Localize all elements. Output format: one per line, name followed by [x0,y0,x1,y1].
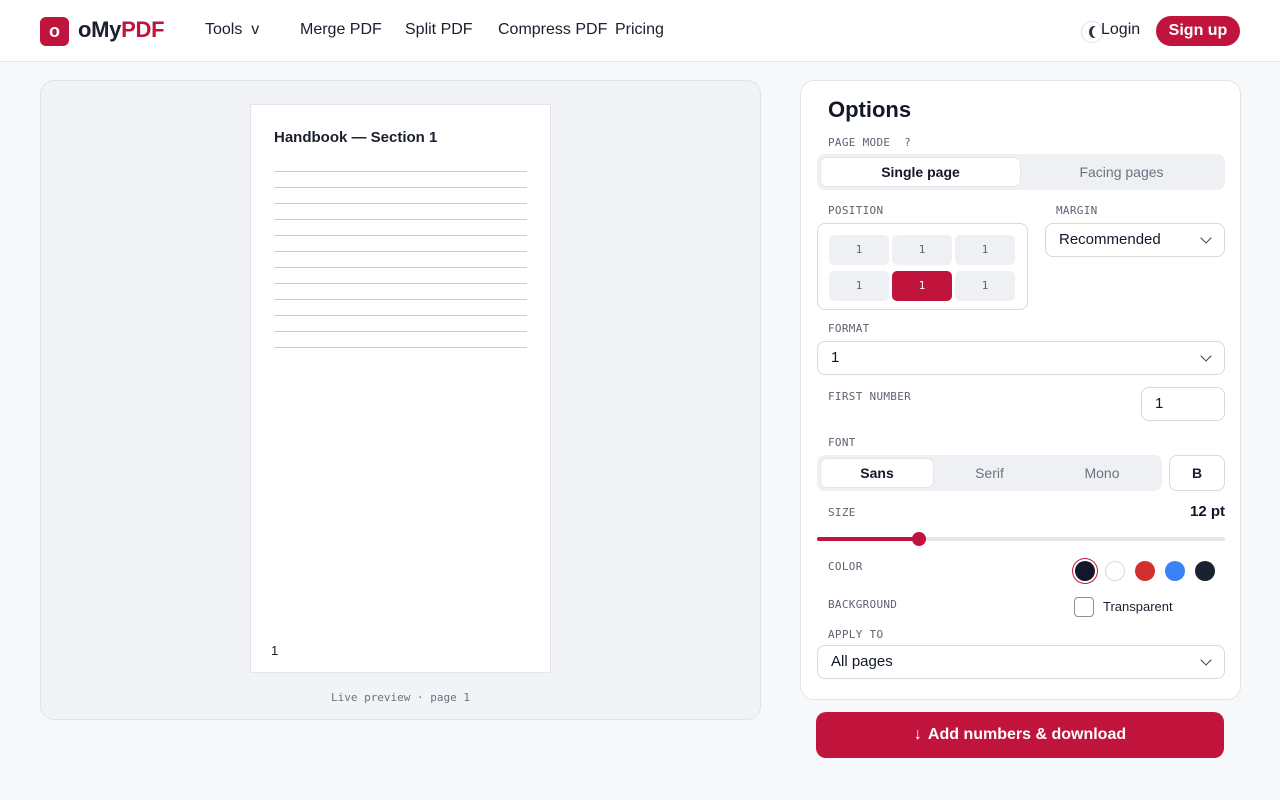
font-mono[interactable]: Mono [1046,459,1158,487]
margin-select[interactable]: Recommended [1045,223,1225,257]
nav-pricing[interactable]: Pricing [615,21,664,39]
text-line [274,235,527,236]
transparent-label: Transparent [1103,599,1173,614]
text-line [274,203,527,204]
position-bottom-right[interactable]: 1 [955,271,1015,301]
position-top-right[interactable]: 1 [955,235,1015,265]
color-swatch[interactable] [1135,561,1155,581]
position-top-left[interactable]: 1 [829,235,889,265]
preview-panel: Handbook — Section 1 1 Live preview · pa… [40,80,761,720]
preview-caption: Live preview · page 1 [330,691,471,704]
size-slider[interactable] [817,532,1225,546]
text-line [274,219,527,220]
color-swatch[interactable] [1195,561,1215,581]
first-number-input[interactable]: 1 [1141,387,1225,421]
apply-to-select[interactable]: All pages [817,645,1225,679]
size-value: 12 pt [1189,503,1225,520]
page-mode-label: PAGE MODE ? [828,136,912,149]
font-sans[interactable]: Sans [821,459,933,487]
color-swatch[interactable] [1075,561,1095,581]
download-arrow-icon: ↓ [913,726,922,743]
position-label: POSITION [828,204,884,217]
chevron-down-icon [1200,350,1212,362]
preview-doc-title: Handbook — Section 1 [274,129,438,146]
page-mode-single[interactable]: Single page [821,158,1020,186]
format-value: 1 [831,349,840,366]
nav-merge-pdf[interactable]: Merge PDF [300,21,382,39]
preview-page: Handbook — Section 1 1 [250,104,551,673]
logo-suffix: PDF [121,17,165,42]
background-label: BACKGROUND [828,598,898,611]
text-line [274,347,527,348]
text-line [274,267,527,268]
nav-compress-pdf[interactable]: Compress PDF [498,21,607,39]
text-line [274,331,527,332]
nav-tools[interactable]: Tools v [205,21,259,39]
text-line [274,187,527,188]
color-label: COLOR [828,560,863,573]
page-mode-segmented: Single page Facing pages [817,154,1225,190]
chevron-down-icon [1200,232,1212,244]
logo-text[interactable]: oMyPDF [78,17,165,43]
add-numbers-download-button[interactable]: ↓ Add numbers & download [816,712,1224,758]
top-header: o oMyPDF Tools v Merge PDF Split PDF Com… [0,0,1280,62]
size-label: SIZE [828,506,856,519]
apply-to-value: All pages [831,653,893,670]
size-slider-fill [817,537,919,541]
dark-mode-toggle-icon[interactable] [1081,21,1103,43]
format-select[interactable]: 1 [817,341,1225,375]
page-mode-facing[interactable]: Facing pages [1022,158,1221,186]
color-swatch[interactable] [1165,561,1185,581]
position-top-center[interactable]: 1 [892,235,952,265]
text-line [274,299,527,300]
nav-split-pdf[interactable]: Split PDF [405,21,473,39]
position-bottom-left[interactable]: 1 [829,271,889,301]
logo-icon[interactable]: o [40,17,69,46]
transparent-checkbox[interactable] [1074,597,1094,617]
text-line [274,315,527,316]
first-number-label: FIRST NUMBER [828,390,912,403]
margin-label: MARGIN [1056,204,1098,217]
logo-prefix: oMy [78,17,122,42]
size-slider-thumb[interactable] [912,532,926,546]
text-line [274,251,527,252]
color-swatch[interactable] [1105,561,1125,581]
format-label: FORMAT [828,322,870,335]
apply-to-label: APPLY TO [828,628,884,641]
options-panel: Options PAGE MODE ? Single page Facing p… [800,80,1241,700]
bold-toggle-button[interactable]: B [1169,455,1225,491]
text-line [274,283,527,284]
margin-value: Recommended [1059,231,1161,248]
signup-button[interactable]: Sign up [1156,16,1240,46]
font-serif[interactable]: Serif [933,459,1046,487]
font-segmented: Sans Serif Mono [817,455,1162,491]
font-label: FONT [828,436,856,449]
position-grid: 1 1 1 1 1 1 [817,223,1028,310]
preview-page-number: 1 [271,643,279,658]
login-link[interactable]: Login [1101,21,1140,39]
chevron-down-icon [1200,654,1212,666]
cta-label: Add numbers & download [927,726,1127,743]
position-bottom-center[interactable]: 1 [892,271,952,301]
options-title: Options [828,97,912,122]
text-line [274,171,527,172]
